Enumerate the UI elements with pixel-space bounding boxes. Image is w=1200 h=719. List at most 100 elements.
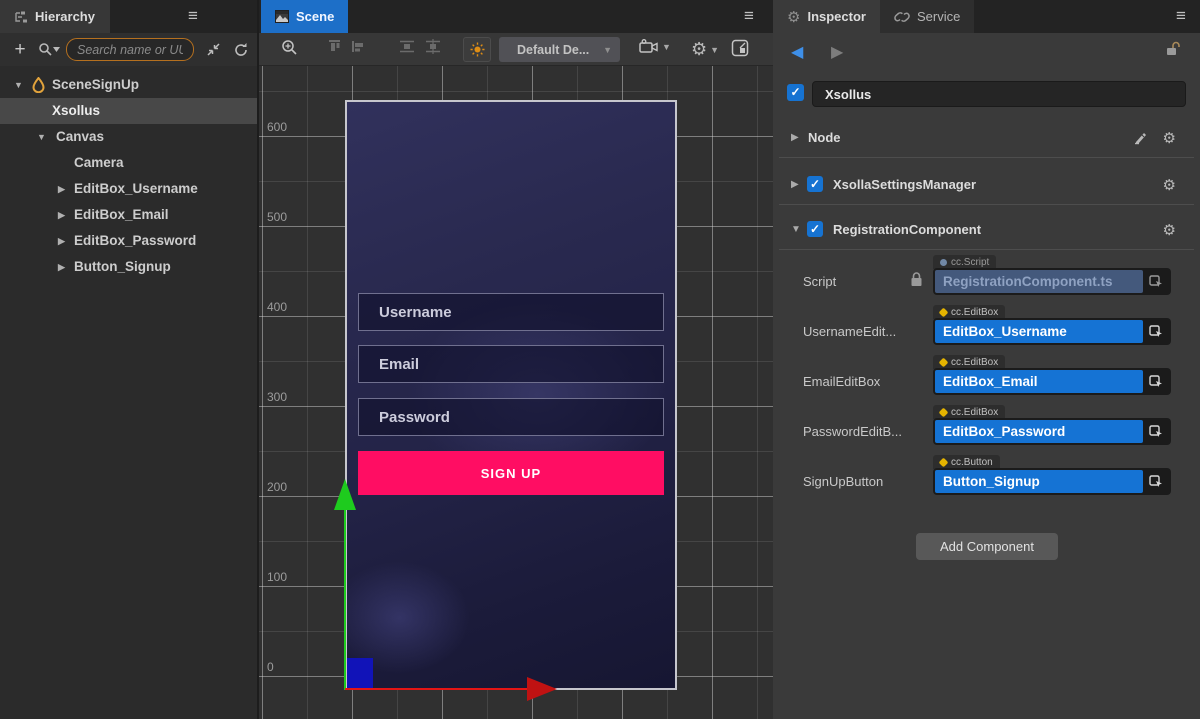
create-node-button[interactable]: + <box>10 39 30 61</box>
hierarchy-tree-icon <box>14 10 28 24</box>
type-badge-label: cc.EditBox <box>951 357 998 368</box>
tree-item-editbox-username[interactable]: ▶ EditBox_Username <box>0 176 259 202</box>
username-reference-value[interactable]: EditBox_Username <box>935 320 1143 343</box>
tab-inspector[interactable]: ⚙ Inspector <box>773 0 880 33</box>
inspector-tabbar: ⚙ Inspector Service ≡ <box>773 0 1200 33</box>
username-reference-group: EditBox_Username <box>933 318 1171 345</box>
game-canvas[interactable]: Username Email Password SIGN UP <box>345 100 677 690</box>
password-reference-group: EditBox_Password <box>933 418 1171 445</box>
scene-menu-icon[interactable]: ≡ <box>744 6 754 26</box>
node-section-header[interactable]: ▶ Node ⚙ <box>773 124 1200 152</box>
ruler-label: 600 <box>267 120 301 134</box>
origin-gizmo-square[interactable] <box>347 658 373 689</box>
tree-item-button-signup[interactable]: ▶ Button_Signup <box>0 254 259 280</box>
tree-item-canvas[interactable]: ▼ Canvas <box>0 124 259 150</box>
gear-icon[interactable]: ⚙ <box>1163 176 1176 194</box>
type-badge: cc.EditBox <box>933 355 1005 369</box>
tree-item-editbox-email[interactable]: ▶ EditBox_Email <box>0 202 259 228</box>
type-badge: cc.Button <box>933 455 1000 469</box>
search-filter-icon[interactable] <box>38 42 60 57</box>
chevron-right-icon[interactable]: ▶ <box>791 179 799 190</box>
ruler-label: 200 <box>267 480 301 494</box>
component-enabled-checkbox[interactable]: ✓ <box>807 176 823 192</box>
nav-forward-button[interactable]: ▶ <box>831 42 843 62</box>
component-registrationcomponent-header[interactable]: ▼ ✓ RegistrationComponent ⚙ <box>773 216 1200 244</box>
type-dot-icon <box>939 307 949 317</box>
picker-icon[interactable] <box>1143 470 1169 493</box>
tree-item-label: EditBox_Username <box>74 176 198 202</box>
x-axis-arrow[interactable] <box>527 677 557 701</box>
inspector-menu-icon[interactable]: ≡ <box>1176 6 1186 26</box>
x-axis-line <box>345 688 529 690</box>
divider <box>779 204 1194 205</box>
chevron-down-icon[interactable]: ▼ <box>791 224 801 235</box>
chevron-down-icon[interactable]: ▼ <box>37 124 46 150</box>
chevron-right-icon[interactable]: ▶ <box>58 202 65 228</box>
lighting-toggle-button[interactable] <box>463 37 491 62</box>
email-reference-group: EditBox_Email <box>933 368 1171 395</box>
script-reference-value[interactable]: RegistrationComponent.ts <box>935 270 1143 293</box>
y-axis-arrow[interactable] <box>334 479 356 510</box>
picker-icon[interactable] <box>1143 320 1169 343</box>
component-enabled-checkbox[interactable]: ✓ <box>807 221 823 237</box>
tab-scene-label: Scene <box>296 9 334 24</box>
node-name-input[interactable]: Xsollus <box>812 81 1186 107</box>
device-preset-dropdown[interactable]: Default De... ▼ <box>499 37 620 62</box>
scene-viewport[interactable]: 600 500 400 300 200 100 0 Username Email… <box>259 66 773 719</box>
split-view-icon[interactable] <box>731 39 749 57</box>
tab-service[interactable]: Service <box>880 0 974 33</box>
component-xsollasettingsmanager-header[interactable]: ▶ ✓ XsollaSettingsManager ⚙ <box>773 171 1200 199</box>
password-field[interactable]: Password <box>358 398 664 436</box>
email-reference-value[interactable]: EditBox_Email <box>935 370 1143 393</box>
chevron-right-icon[interactable]: ▶ <box>791 132 799 143</box>
tree-item-xsollus[interactable]: Xsollus <box>0 98 259 124</box>
inspector-panel: ⚙ Inspector Service ≡ ◀ ▶ ✓ Xsollus ▶ No… <box>773 0 1200 719</box>
tree-item-scenesignup[interactable]: ▼ SceneSignUp <box>0 72 259 98</box>
prefab-book-icon[interactable] <box>1132 130 1148 145</box>
align-top-icon[interactable] <box>327 39 342 54</box>
ruler-label: 0 <box>267 660 301 674</box>
distribute-vertical-icon[interactable] <box>399 39 415 54</box>
chevron-down-icon[interactable]: ▼ <box>14 72 23 98</box>
chevron-right-icon[interactable]: ▶ <box>58 228 65 254</box>
lock-icon <box>910 272 923 287</box>
tab-scene[interactable]: Scene <box>261 0 348 33</box>
username-placeholder: Username <box>379 304 452 321</box>
chevron-right-icon[interactable]: ▶ <box>58 176 65 202</box>
type-dot-icon <box>939 457 949 467</box>
password-reference-value[interactable]: EditBox_Password <box>935 420 1143 443</box>
nav-back-button[interactable]: ◀ <box>791 42 803 62</box>
email-field[interactable]: Email <box>358 345 664 383</box>
chevron-down-icon: ▼ <box>710 45 719 55</box>
camera-view-dropdown[interactable]: ▼ <box>639 39 671 55</box>
picker-icon[interactable] <box>1143 420 1169 443</box>
search-input[interactable] <box>66 38 194 61</box>
refresh-icon[interactable] <box>233 42 249 57</box>
picker-icon[interactable] <box>1143 270 1169 293</box>
username-field[interactable]: Username <box>358 293 664 331</box>
tab-hierarchy-label: Hierarchy <box>35 9 95 24</box>
tree-item-camera[interactable]: Camera <box>0 150 259 176</box>
tree-item-label: EditBox_Password <box>74 228 196 254</box>
gear-icon[interactable]: ⚙ <box>1163 221 1176 239</box>
hierarchy-menu-icon[interactable]: ≡ <box>188 6 198 26</box>
add-component-button[interactable]: Add Component <box>916 533 1058 560</box>
chevron-right-icon[interactable]: ▶ <box>58 254 65 280</box>
signupbutton-reference-value[interactable]: Button_Signup <box>935 470 1143 493</box>
script-reference-group: RegistrationComponent.ts <box>933 268 1171 295</box>
align-left-icon[interactable] <box>351 39 366 54</box>
distribute-center-icon[interactable] <box>425 39 441 54</box>
picker-icon[interactable] <box>1143 370 1169 393</box>
collapse-all-icon[interactable] <box>206 42 221 57</box>
gear-icon[interactable]: ⚙ <box>1163 129 1176 147</box>
scene-settings-dropdown[interactable]: ⚙ ▼ <box>691 39 719 60</box>
zoom-icon[interactable] <box>281 39 298 56</box>
tree-item-editbox-password[interactable]: ▶ EditBox_Password <box>0 228 259 254</box>
scene-asset-icon <box>32 77 45 93</box>
type-badge-label: cc.EditBox <box>951 307 998 318</box>
y-axis-line <box>344 510 346 690</box>
unlock-icon[interactable] <box>1165 41 1180 57</box>
tab-hierarchy[interactable]: Hierarchy <box>0 0 110 33</box>
signup-button[interactable]: SIGN UP <box>358 451 664 495</box>
node-active-checkbox[interactable]: ✓ <box>787 84 804 101</box>
